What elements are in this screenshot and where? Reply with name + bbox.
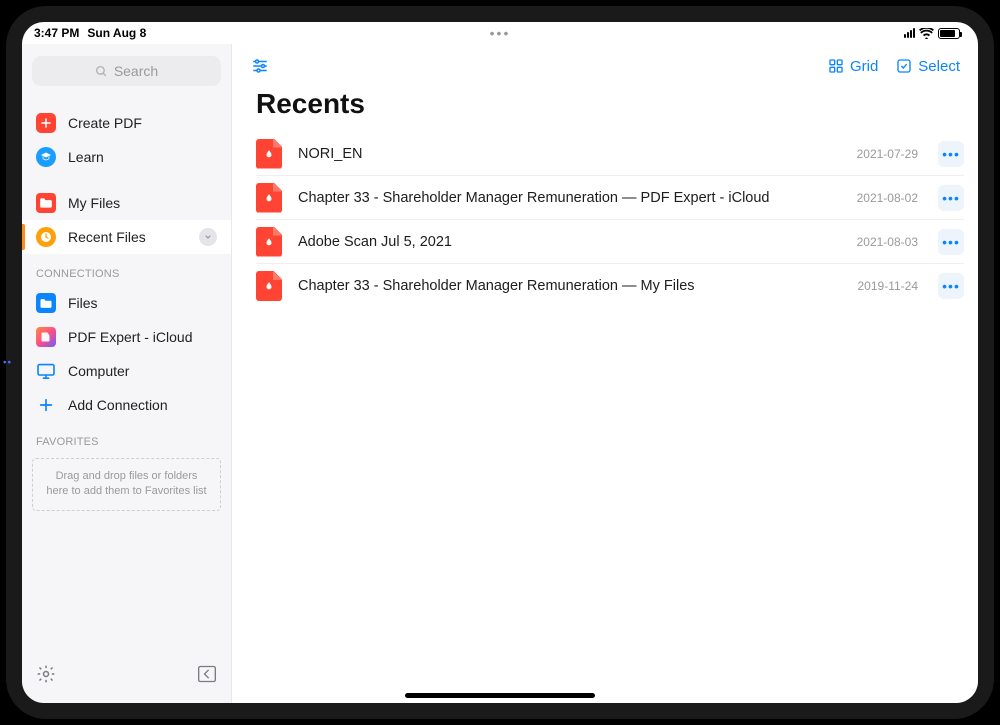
pdf-file-icon [256, 227, 282, 257]
pdf-expert-icon [36, 327, 56, 347]
recent-icon [36, 227, 56, 247]
pdf-file-icon [256, 139, 282, 169]
select-icon [896, 58, 912, 74]
toolbar: Grid Select [232, 44, 978, 88]
status-bar: 3:47 PM Sun Aug 8 ••• [22, 22, 978, 44]
home-indicator[interactable] [405, 693, 595, 698]
collapse-sidebar-button[interactable] [197, 664, 217, 689]
sidebar-item-label: Recent Files [68, 229, 146, 245]
sidebar-item-label: Learn [68, 149, 104, 165]
sidebar-item-create-pdf[interactable]: Create PDF [22, 106, 231, 140]
plus-icon [36, 395, 56, 415]
folder-icon [36, 193, 56, 213]
chevron-down-icon[interactable] [199, 228, 217, 246]
file-name: Adobe Scan Jul 5, 2021 [298, 234, 841, 250]
sidebar-item-pdf-expert-icloud[interactable]: PDF Expert - iCloud [22, 320, 231, 354]
battery-icon [938, 28, 960, 39]
file-date: 2021-07-29 [857, 147, 918, 161]
search-placeholder: Search [114, 63, 158, 79]
file-name: Chapter 33 - Shareholder Manager Remuner… [298, 190, 841, 206]
status-date: Sun Aug 8 [87, 26, 146, 40]
sidebar-item-learn[interactable]: Learn [22, 140, 231, 174]
file-row[interactable]: NORI_EN 2021-07-29 ••• [256, 132, 964, 176]
file-more-button[interactable]: ••• [938, 185, 964, 211]
file-date: 2021-08-03 [857, 235, 918, 249]
settings-button[interactable] [36, 664, 56, 689]
sidebar-item-files[interactable]: Files [22, 286, 231, 320]
sidebar-item-label: My Files [68, 195, 120, 211]
favorites-header: FAVORITES [22, 422, 231, 454]
sidebar-item-label: PDF Expert - iCloud [68, 329, 192, 345]
main-content: Grid Select Recents NORI_EN 2021-07-29 •••… [232, 44, 978, 703]
wifi-icon [919, 28, 934, 39]
sidebar-item-label: Computer [68, 363, 129, 379]
file-more-button[interactable]: ••• [938, 273, 964, 299]
sidebar-item-add-connection[interactable]: Add Connection [22, 388, 231, 422]
computer-icon [36, 361, 56, 381]
file-date: 2021-08-02 [857, 191, 918, 205]
file-row[interactable]: Adobe Scan Jul 5, 2021 2021-08-03 ••• [256, 220, 964, 264]
sidebar: Search Create PDF Learn [22, 44, 232, 703]
grid-view-button[interactable]: Grid [828, 58, 878, 75]
file-more-button[interactable]: ••• [938, 229, 964, 255]
sidebar-item-label: Add Connection [68, 397, 168, 413]
page-title: Recents [232, 88, 978, 132]
search-input[interactable]: Search [32, 56, 221, 86]
file-name: Chapter 33 - Shareholder Manager Remuner… [298, 278, 842, 294]
sort-filter-button[interactable] [250, 57, 270, 75]
sliders-icon [250, 57, 270, 75]
select-button[interactable]: Select [896, 58, 960, 75]
sidebar-item-computer[interactable]: Computer [22, 354, 231, 388]
gear-icon [36, 664, 56, 684]
panel-collapse-icon [197, 664, 217, 684]
connections-header: CONNECTIONS [22, 254, 231, 286]
sidebar-item-recent-files[interactable]: Recent Files [22, 220, 231, 254]
file-row[interactable]: Chapter 33 - Shareholder Manager Remuner… [256, 264, 964, 308]
sidebar-item-label: Files [68, 295, 98, 311]
sidebar-item-label: Create PDF [68, 115, 142, 131]
pdf-file-icon [256, 183, 282, 213]
file-more-button[interactable]: ••• [938, 141, 964, 167]
cellular-icon [904, 28, 915, 38]
learn-icon [36, 147, 56, 167]
files-app-icon [36, 293, 56, 313]
pdf-file-icon [256, 271, 282, 301]
grid-label: Grid [850, 58, 878, 75]
create-pdf-icon [36, 113, 56, 133]
file-row[interactable]: Chapter 33 - Shareholder Manager Remuner… [256, 176, 964, 220]
status-time: 3:47 PM [34, 26, 79, 40]
file-name: NORI_EN [298, 146, 841, 162]
sidebar-item-my-files[interactable]: My Files [22, 186, 231, 220]
select-label: Select [918, 58, 960, 75]
grid-icon [828, 58, 844, 74]
file-list: NORI_EN 2021-07-29 ••• Chapter 33 - Shareho… [232, 132, 978, 308]
favorites-dropzone[interactable]: Drag and drop files or folders here to a… [32, 458, 221, 511]
multitasking-dots[interactable]: ••• [490, 25, 511, 41]
file-date: 2019-11-24 [858, 279, 919, 293]
